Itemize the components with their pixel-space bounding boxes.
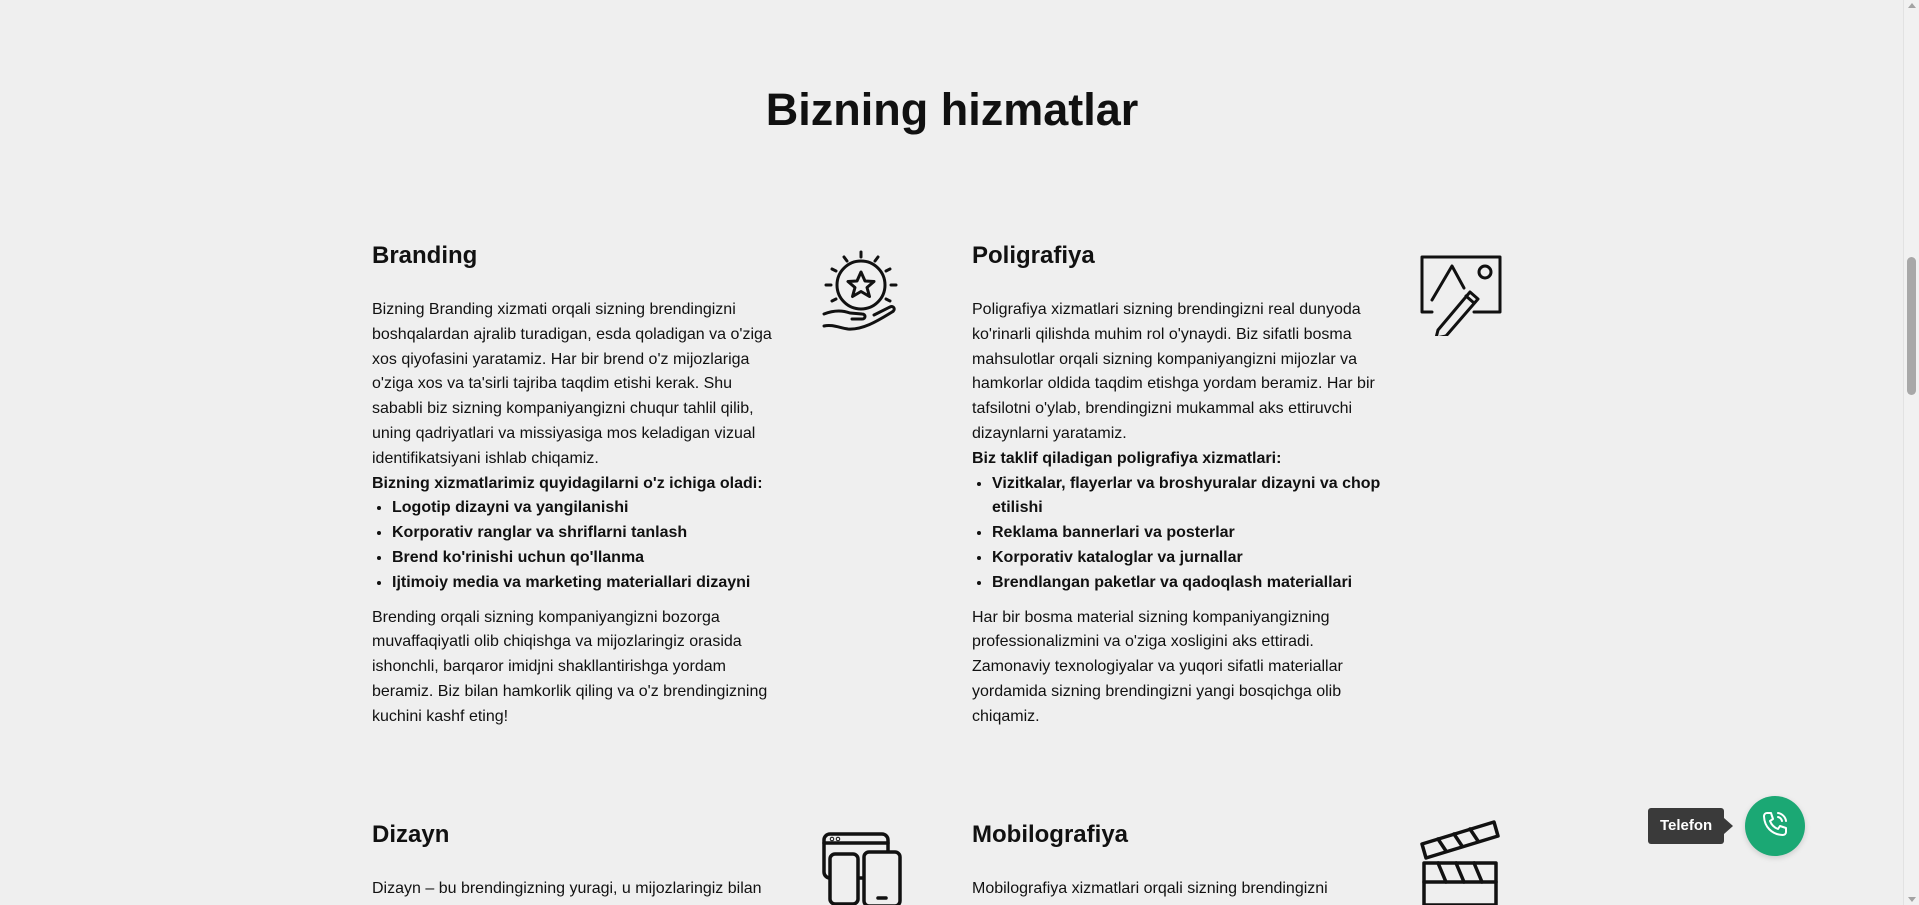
list-item: Logotip dizayni va yangilanishi: [392, 496, 782, 521]
service-description: Poligrafiya xizmatlari sizning brendingi…: [972, 301, 1375, 442]
list-item: Korporativ ranglar va shriflarni tanlash: [392, 521, 782, 546]
list-item: Brendlangan paketlar va qadoqlash materi…: [992, 571, 1382, 596]
service-conclusion: Har bir bosma material sizning kompaniya…: [972, 608, 1343, 725]
service-title: Mobilografiya: [972, 821, 1129, 848]
service-list: Vizitkalar, flayerlar va broshyuralar di…: [972, 472, 1382, 596]
service-card-dizayn: Dizayn Dizayn – bu brendingizning yuragi…: [372, 820, 782, 902]
service-card-mobilografiya: Mobilografiya Mobilografiya xizmatlari o…: [972, 820, 1382, 902]
service-description: Mobilografiya xizmatlari orqali sizning …: [972, 880, 1328, 897]
service-card-branding: Branding Bizning Branding xizmati orqali…: [372, 241, 782, 730]
page: Bizning hizmatlar Branding Bizning Brand…: [0, 0, 1904, 905]
phone-label[interactable]: Telefon: [1648, 808, 1734, 844]
service-title: Dizayn: [372, 821, 450, 848]
scroll-down-arrow-icon[interactable]: [1908, 897, 1916, 902]
scroll-up-arrow-icon[interactable]: [1908, 3, 1916, 8]
service-list-heading: Biz taklif qiladigan poligrafiya xizmatl…: [972, 449, 1282, 467]
list-item: Reklama bannerlari va posterlar: [992, 521, 1382, 546]
service-title: Branding: [372, 242, 478, 269]
devices-icon: [820, 830, 904, 905]
service-conclusion: Brending orqali sizning kompaniyangizni …: [372, 608, 768, 725]
list-item: Vizitkalar, flayerlar va broshyuralar di…: [992, 472, 1382, 522]
image-pencil-icon: [1418, 252, 1504, 336]
vertical-scrollbar[interactable]: [1903, 0, 1919, 905]
service-description: Dizayn – bu brendingizning yuragi, u mij…: [372, 880, 762, 897]
section-title: Bizning hizmatlar: [765, 84, 1139, 135]
service-card-poligrafiya: Poligrafiya Poligrafiya xizmatlari sizni…: [972, 241, 1382, 730]
phone-call-icon: [1759, 808, 1791, 845]
service-title: Poligrafiya: [972, 242, 1095, 269]
list-item: Brend ko'rinishi uchun qo'llanma: [392, 546, 782, 571]
hand-star-icon: [818, 248, 904, 334]
phone-call-button[interactable]: [1745, 796, 1805, 856]
list-item: Ijtimoiy media va marketing materiallari…: [392, 571, 782, 596]
scrollbar-thumb[interactable]: [1907, 257, 1916, 395]
list-item: Korporativ kataloglar va jurnallar: [992, 546, 1382, 571]
service-list-heading: Bizning xizmatlarimiz quyidagilarni o'z …: [372, 474, 763, 492]
clapperboard-icon: [1416, 818, 1504, 905]
service-description: Bizning Branding xizmati orqali sizning …: [372, 301, 772, 467]
service-list: Logotip dizayni va yangilanishi Korporat…: [372, 496, 782, 595]
